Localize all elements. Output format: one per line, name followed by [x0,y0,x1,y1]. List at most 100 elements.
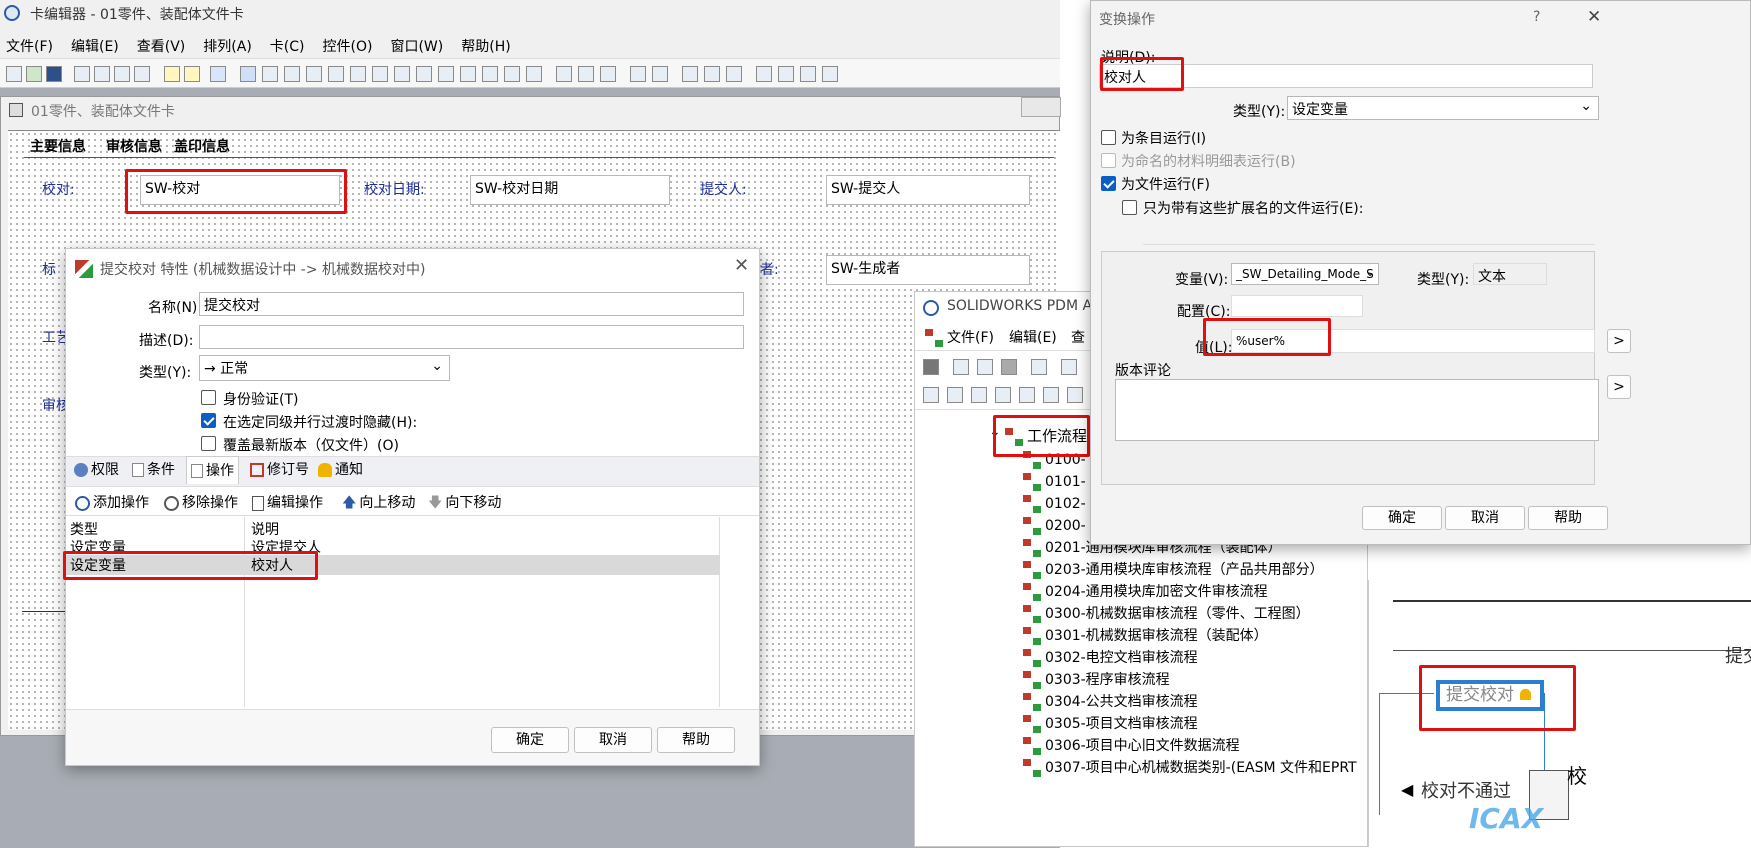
space-vertical-icon[interactable] [652,66,668,82]
image-icon[interactable] [262,66,278,82]
zoom-fit-icon[interactable] [1019,387,1035,403]
menu-edit[interactable]: 编辑(E) [71,39,119,55]
desc-input[interactable] [199,325,744,349]
tab-permissions[interactable]: 权限 [74,456,119,484]
send-back-icon[interactable] [778,66,794,82]
move-down-button[interactable]: 🡇 向下移动 [428,492,501,516]
move-up-button[interactable]: 🡅 向上移动 [342,492,415,516]
font-icon[interactable] [210,66,226,82]
menu-arrange[interactable]: 排列(A) [203,39,252,55]
help-button[interactable]: 帮助 [1528,506,1608,530]
ext-input[interactable] [1143,223,1595,245]
tree-item[interactable]: 0203-通用模块库审核流程（产品共用部分） [1023,558,1324,582]
pdm-menu-view[interactable]: 查 [1071,327,1085,347]
same-height-icon[interactable] [704,66,720,82]
align-right-icon[interactable] [600,66,616,82]
tree-item[interactable]: 0306-项目中心旧文件数据流程 [1023,734,1240,758]
run-item-checkbox[interactable] [1101,130,1116,145]
combo-control-icon[interactable] [394,66,410,82]
help-icon[interactable]: ? [1533,9,1540,25]
menu-window[interactable]: 窗口(W) [390,39,443,55]
open-icon[interactable] [26,66,42,82]
name-input[interactable]: 提交校对 [199,292,744,316]
center-horizontal-icon[interactable] [800,66,816,82]
variable-select[interactable]: _SW_Detailing_Mode_S ⌄ [1231,263,1379,285]
tab-actions[interactable]: 操作 [186,456,239,484]
tree-item[interactable]: 0102- [1023,492,1086,516]
tree-item[interactable]: 0302-电控文档审核流程 [1023,646,1198,670]
close-icon[interactable]: ✕ [1587,7,1601,27]
menu-view[interactable]: 查看(V) [137,39,186,55]
edit-box-icon[interactable] [306,66,322,82]
tab-control-icon[interactable] [482,66,498,82]
tree-item[interactable]: 0204-通用模块库加密文件审核流程 [1023,580,1268,604]
auth-checkbox[interactable] [201,390,216,405]
tab-main-info[interactable]: 主要信息 [30,136,86,156]
paste-icon[interactable] [1001,359,1017,375]
close-icon[interactable]: ✕ [734,255,749,276]
config-input[interactable] [1231,295,1363,317]
stop-icon[interactable] [923,359,939,375]
tab-notify[interactable]: 通知 [318,456,363,484]
copy-icon[interactable] [977,359,993,375]
align-left-icon[interactable] [556,66,572,82]
undo-icon[interactable] [1031,359,1047,375]
ok-button[interactable]: 确定 [491,727,569,753]
tree-item[interactable]: 0301-机械数据审核流程（装配体） [1023,624,1268,648]
cut-icon[interactable] [953,359,969,375]
cut-icon[interactable] [74,66,90,82]
tree-item[interactable]: 0101- [1023,470,1086,494]
zoom-in-icon[interactable] [1043,387,1059,403]
edit-action-button[interactable]: 编辑操作 [252,492,323,512]
tree-item[interactable]: 0307-项目中心机械数据类别-(EASM 文件和EPRT [1023,756,1357,780]
tree-item[interactable]: 0305-项目文档审核流程 [1023,712,1198,736]
add-transition-icon[interactable] [947,387,963,403]
run-file-checkbox[interactable] [1101,176,1116,191]
menu-file[interactable]: 文件(F) [6,39,53,55]
bring-front-icon[interactable] [756,66,772,82]
submitter-field[interactable]: SW-提交人 [826,175,1030,205]
comment-more-button[interactable]: > [1607,375,1631,399]
center-vertical-icon[interactable] [822,66,838,82]
paste-icon[interactable] [114,66,130,82]
help-button[interactable]: 帮助 [657,727,735,753]
workflow-link-icon[interactable] [971,387,987,403]
tab-stamp-info[interactable]: 盖印信息 [174,136,230,156]
check-date-field[interactable]: SW-校对日期 [470,175,670,205]
tab-revision[interactable]: 修订号 [250,456,309,484]
help-icon[interactable] [164,66,180,82]
pdm-menu-file[interactable]: 文件(F) [925,327,994,347]
tree-item[interactable]: 0304-公共文档审核流程 [1023,690,1198,714]
menu-control[interactable]: 控件(O) [323,39,373,55]
list-control-icon[interactable] [372,66,388,82]
tree-item[interactable]: 0303-程序审核流程 [1023,668,1170,692]
tree-item[interactable]: 0200- [1023,514,1086,538]
label-icon[interactable] [284,66,300,82]
zoom-out-icon[interactable] [1067,387,1083,403]
value-more-button[interactable]: > [1607,329,1631,353]
pointer-icon[interactable] [240,66,256,82]
line-icon[interactable] [328,66,344,82]
cancel-button[interactable]: 取消 [1445,506,1525,530]
ok-button[interactable]: 确定 [1362,506,1442,530]
tab-conditions[interactable]: 条件 [132,456,175,484]
type-select[interactable]: 设定变量 ⌄ [1287,96,1599,120]
date-control-icon[interactable] [438,66,454,82]
checkbox-control-icon[interactable] [350,66,366,82]
same-size-icon[interactable] [726,66,742,82]
tree-control-icon[interactable] [526,66,542,82]
minimize-button[interactable] [1021,97,1061,117]
ext-only-checkbox[interactable] [1122,200,1137,215]
copy-icon[interactable] [94,66,110,82]
new-icon[interactable] [6,66,22,82]
align-center-icon[interactable] [578,66,594,82]
frame-control-icon[interactable] [416,66,432,82]
save-icon[interactable] [46,66,62,82]
menu-card[interactable]: 卡(C) [270,39,305,55]
tree-item[interactable]: 0300-机械数据审核流程（零件、工程图） [1023,602,1310,626]
undo-icon[interactable] [134,66,150,82]
menu-help[interactable]: 帮助(H) [461,39,510,55]
button-control-icon[interactable] [504,66,520,82]
cancel-button[interactable]: 取消 [574,727,652,753]
print-icon[interactable] [1061,359,1077,375]
